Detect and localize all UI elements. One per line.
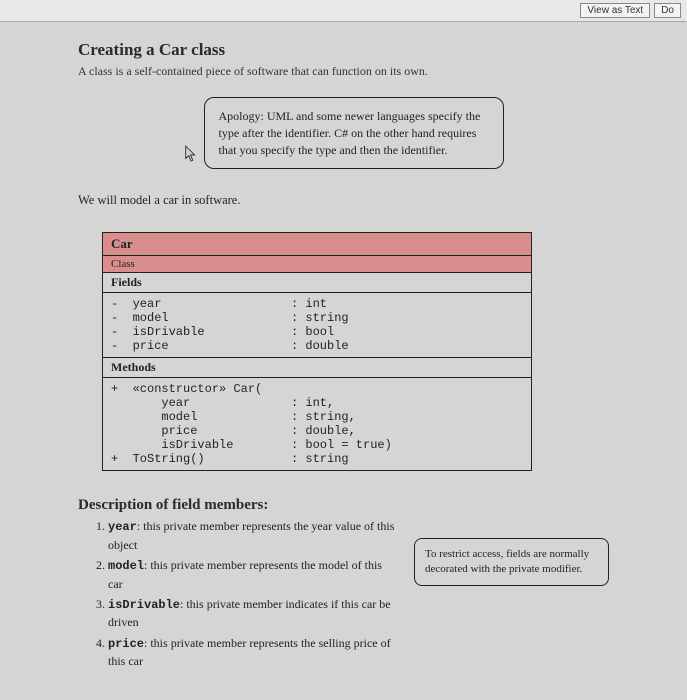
description-list: year: this private member represents the… <box>78 518 396 673</box>
modeling-text: We will model a car in software. <box>78 193 609 208</box>
uml-field-name: - model <box>111 311 291 325</box>
description-wrap: year: this private member represents the… <box>78 518 609 673</box>
document-page: Creating a Car class A class is a self-c… <box>0 22 687 700</box>
uml-method-row: price: double, <box>111 424 523 438</box>
description-text: : this private member represents the yea… <box>108 519 394 551</box>
description-item: model: this private member represents th… <box>108 557 396 593</box>
page-title: Creating a Car class <box>78 40 609 60</box>
uml-field-type: : int <box>291 297 523 311</box>
cursor-icon <box>184 145 198 163</box>
uml-method-right: : string, <box>291 410 523 424</box>
uml-field-row: - isDrivable: bool <box>111 325 523 339</box>
uml-class-name: Car <box>103 233 531 256</box>
description-term: year <box>108 520 137 534</box>
description-item: year: this private member represents the… <box>108 518 396 554</box>
uml-methods-label: Methods <box>103 358 531 378</box>
uml-method-left: model <box>111 410 291 424</box>
uml-method-right <box>291 382 523 396</box>
uml-stereotype: Class <box>103 256 531 273</box>
uml-field-type: : string <box>291 311 523 325</box>
uml-field-name: - isDrivable <box>111 325 291 339</box>
uml-method-right: : string <box>291 452 523 466</box>
uml-method-row: + ToString(): string <box>111 452 523 466</box>
description-term: price <box>108 637 144 651</box>
uml-field-row: - year: int <box>111 297 523 311</box>
uml-method-left: price <box>111 424 291 438</box>
uml-method-left: + «constructor» Car( <box>111 382 291 396</box>
uml-field-row: - price: double <box>111 339 523 353</box>
uml-method-row: isDrivable: bool = true) <box>111 438 523 452</box>
access-aside: To restrict access, fields are normally … <box>414 538 609 586</box>
uml-method-left: year <box>111 396 291 410</box>
uml-method-right: : double, <box>291 424 523 438</box>
uml-field-type: : bool <box>291 325 523 339</box>
uml-method-left: + ToString() <box>111 452 291 466</box>
uml-method-left: isDrivable <box>111 438 291 452</box>
lead-text: A class is a self-contained piece of sof… <box>78 64 609 79</box>
description-item: price: this private member represents th… <box>108 635 396 671</box>
uml-field-type: : double <box>291 339 523 353</box>
uml-diagram: Car Class Fields - year: int- model: str… <box>102 232 532 471</box>
uml-methods-body: + «constructor» Car( year: int, model: s… <box>103 378 531 470</box>
description-text: : this private member represents the mod… <box>108 558 382 590</box>
description-heading: Description of field members: <box>78 497 609 514</box>
uml-fields-label: Fields <box>103 273 531 293</box>
uml-method-right: : int, <box>291 396 523 410</box>
uml-fields-body: - year: int- model: string- isDrivable: … <box>103 293 531 358</box>
description-item: isDrivable: this private member indicate… <box>108 596 396 632</box>
uml-field-row: - model: string <box>111 311 523 325</box>
toolbar: View as Text Do <box>0 0 687 22</box>
do-button[interactable]: Do <box>654 3 681 18</box>
apology-callout: Apology: UML and some newer languages sp… <box>204 97 504 169</box>
description-term: isDrivable <box>108 598 180 612</box>
description-term: model <box>108 559 144 573</box>
uml-field-name: - price <box>111 339 291 353</box>
uml-field-name: - year <box>111 297 291 311</box>
uml-method-right: : bool = true) <box>291 438 523 452</box>
uml-method-row: + «constructor» Car( <box>111 382 523 396</box>
uml-method-row: year: int, <box>111 396 523 410</box>
uml-method-row: model: string, <box>111 410 523 424</box>
description-text: : this private member represents the sel… <box>108 636 391 668</box>
view-as-text-button[interactable]: View as Text <box>580 3 650 18</box>
apology-row: Apology: UML and some newer languages sp… <box>78 97 609 169</box>
